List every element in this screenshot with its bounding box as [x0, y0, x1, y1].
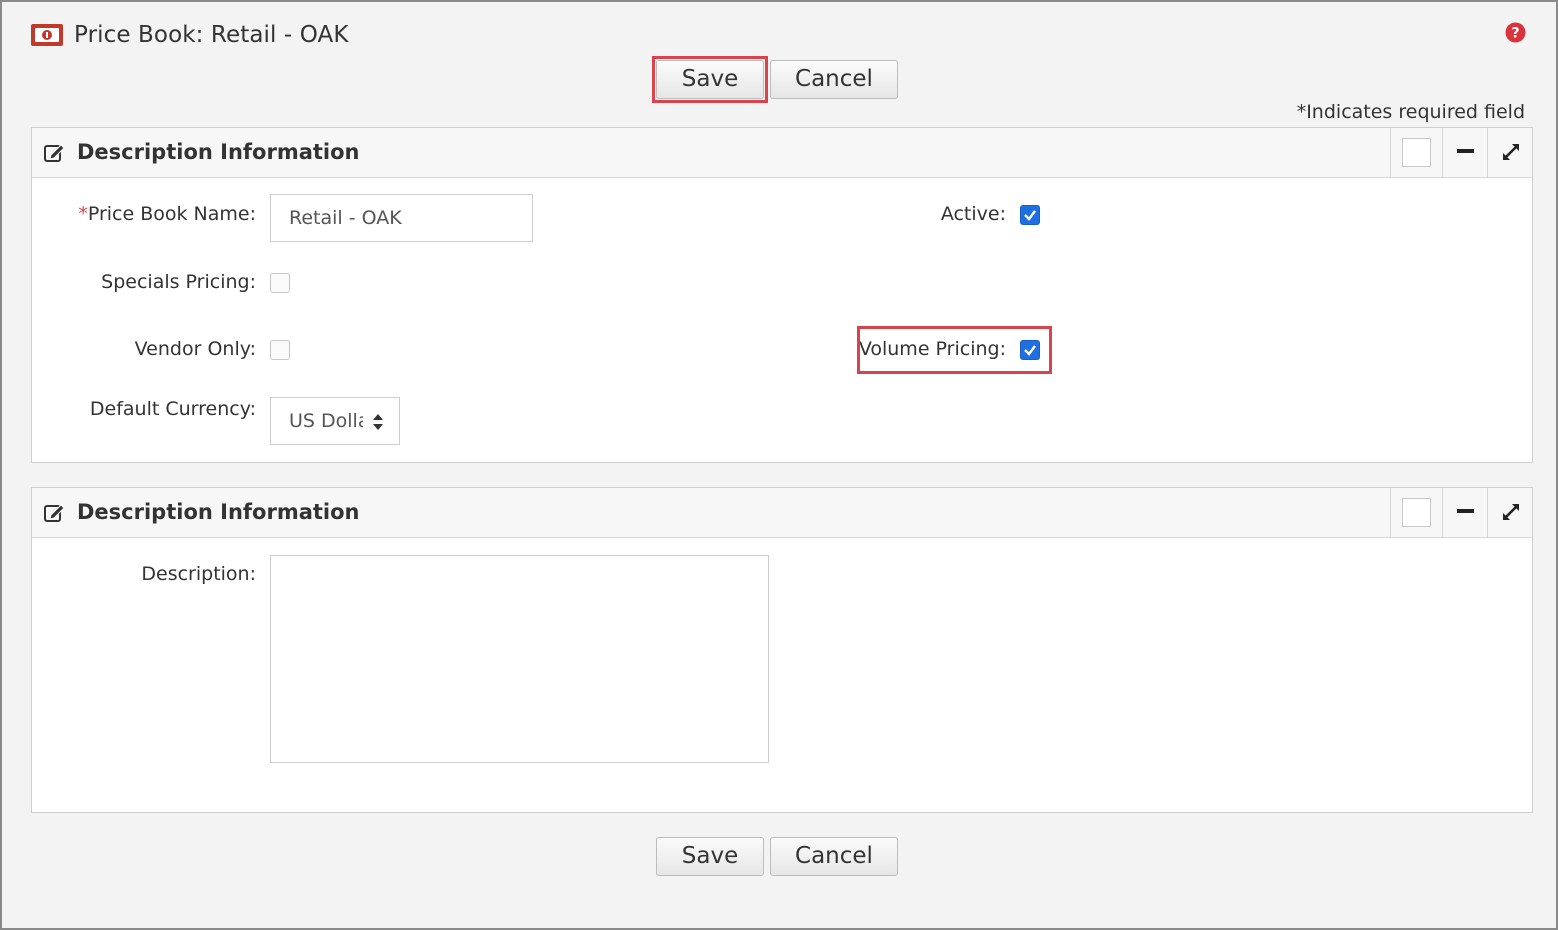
- minus-icon: [1457, 149, 1474, 153]
- expand-icon: [1503, 504, 1519, 520]
- specials-pricing-checkbox[interactable]: [270, 273, 290, 293]
- cancel-button[interactable]: Cancel: [770, 60, 898, 99]
- edit-icon: [44, 504, 65, 522]
- volume-pricing-checkbox[interactable]: [1020, 340, 1040, 360]
- specials-pricing-label: Specials Pricing:: [101, 271, 256, 293]
- description-panel: Description Information Description:: [31, 487, 1533, 813]
- panel-title: Description Information: [77, 140, 360, 164]
- required-field-note: *Indicates required field: [1296, 101, 1525, 123]
- price-book-icon: [31, 24, 63, 46]
- save-button[interactable]: Save: [656, 60, 764, 99]
- price-book-name-input[interactable]: Retail - OAK: [270, 194, 533, 242]
- svg-text:?: ?: [1511, 26, 1519, 42]
- panel-title: Description Information: [77, 500, 360, 524]
- edit-icon: [44, 144, 65, 162]
- help-icon[interactable]: ?: [1505, 22, 1526, 43]
- page-header: Price Book: Retail - OAK: [30, 20, 349, 50]
- default-currency-label: Default Currency:: [89, 398, 256, 420]
- price-book-edit-window: Price Book: Retail - OAK ? Save Cancel *…: [0, 0, 1558, 930]
- minus-icon: [1457, 509, 1474, 513]
- panel-header: Description Information: [32, 128, 1532, 178]
- minimize-button[interactable]: [1442, 488, 1487, 537]
- price-book-name-label: *Price Book Name:: [78, 203, 256, 225]
- description-textarea[interactable]: [270, 555, 769, 763]
- active-label: Active:: [940, 203, 1006, 225]
- footer-save-button[interactable]: Save: [656, 837, 764, 876]
- required-mark: *: [78, 203, 88, 225]
- footer-cancel-button[interactable]: Cancel: [770, 837, 898, 876]
- default-currency-value: US Dolla: [289, 410, 363, 432]
- description-information-panel: Description Information *Price Book Name…: [31, 127, 1533, 463]
- vendor-only-checkbox[interactable]: [270, 340, 290, 360]
- vendor-only-label: Vendor Only:: [134, 338, 256, 360]
- panel-header: Description Information: [32, 488, 1532, 538]
- expand-button[interactable]: [1487, 128, 1533, 177]
- minimize-button[interactable]: [1442, 128, 1487, 177]
- panel-select-box[interactable]: [1390, 128, 1442, 177]
- expand-button[interactable]: [1487, 488, 1533, 537]
- page-title: Price Book: Retail - OAK: [74, 22, 349, 48]
- volume-pricing-label: Volume Pricing:: [858, 338, 1006, 360]
- expand-icon: [1503, 144, 1519, 160]
- default-currency-select[interactable]: US Dolla: [270, 397, 400, 445]
- description-label: Description:: [141, 563, 256, 585]
- select-arrows-icon: [373, 414, 383, 430]
- panel-select-box[interactable]: [1390, 488, 1442, 537]
- active-checkbox[interactable]: [1020, 205, 1040, 225]
